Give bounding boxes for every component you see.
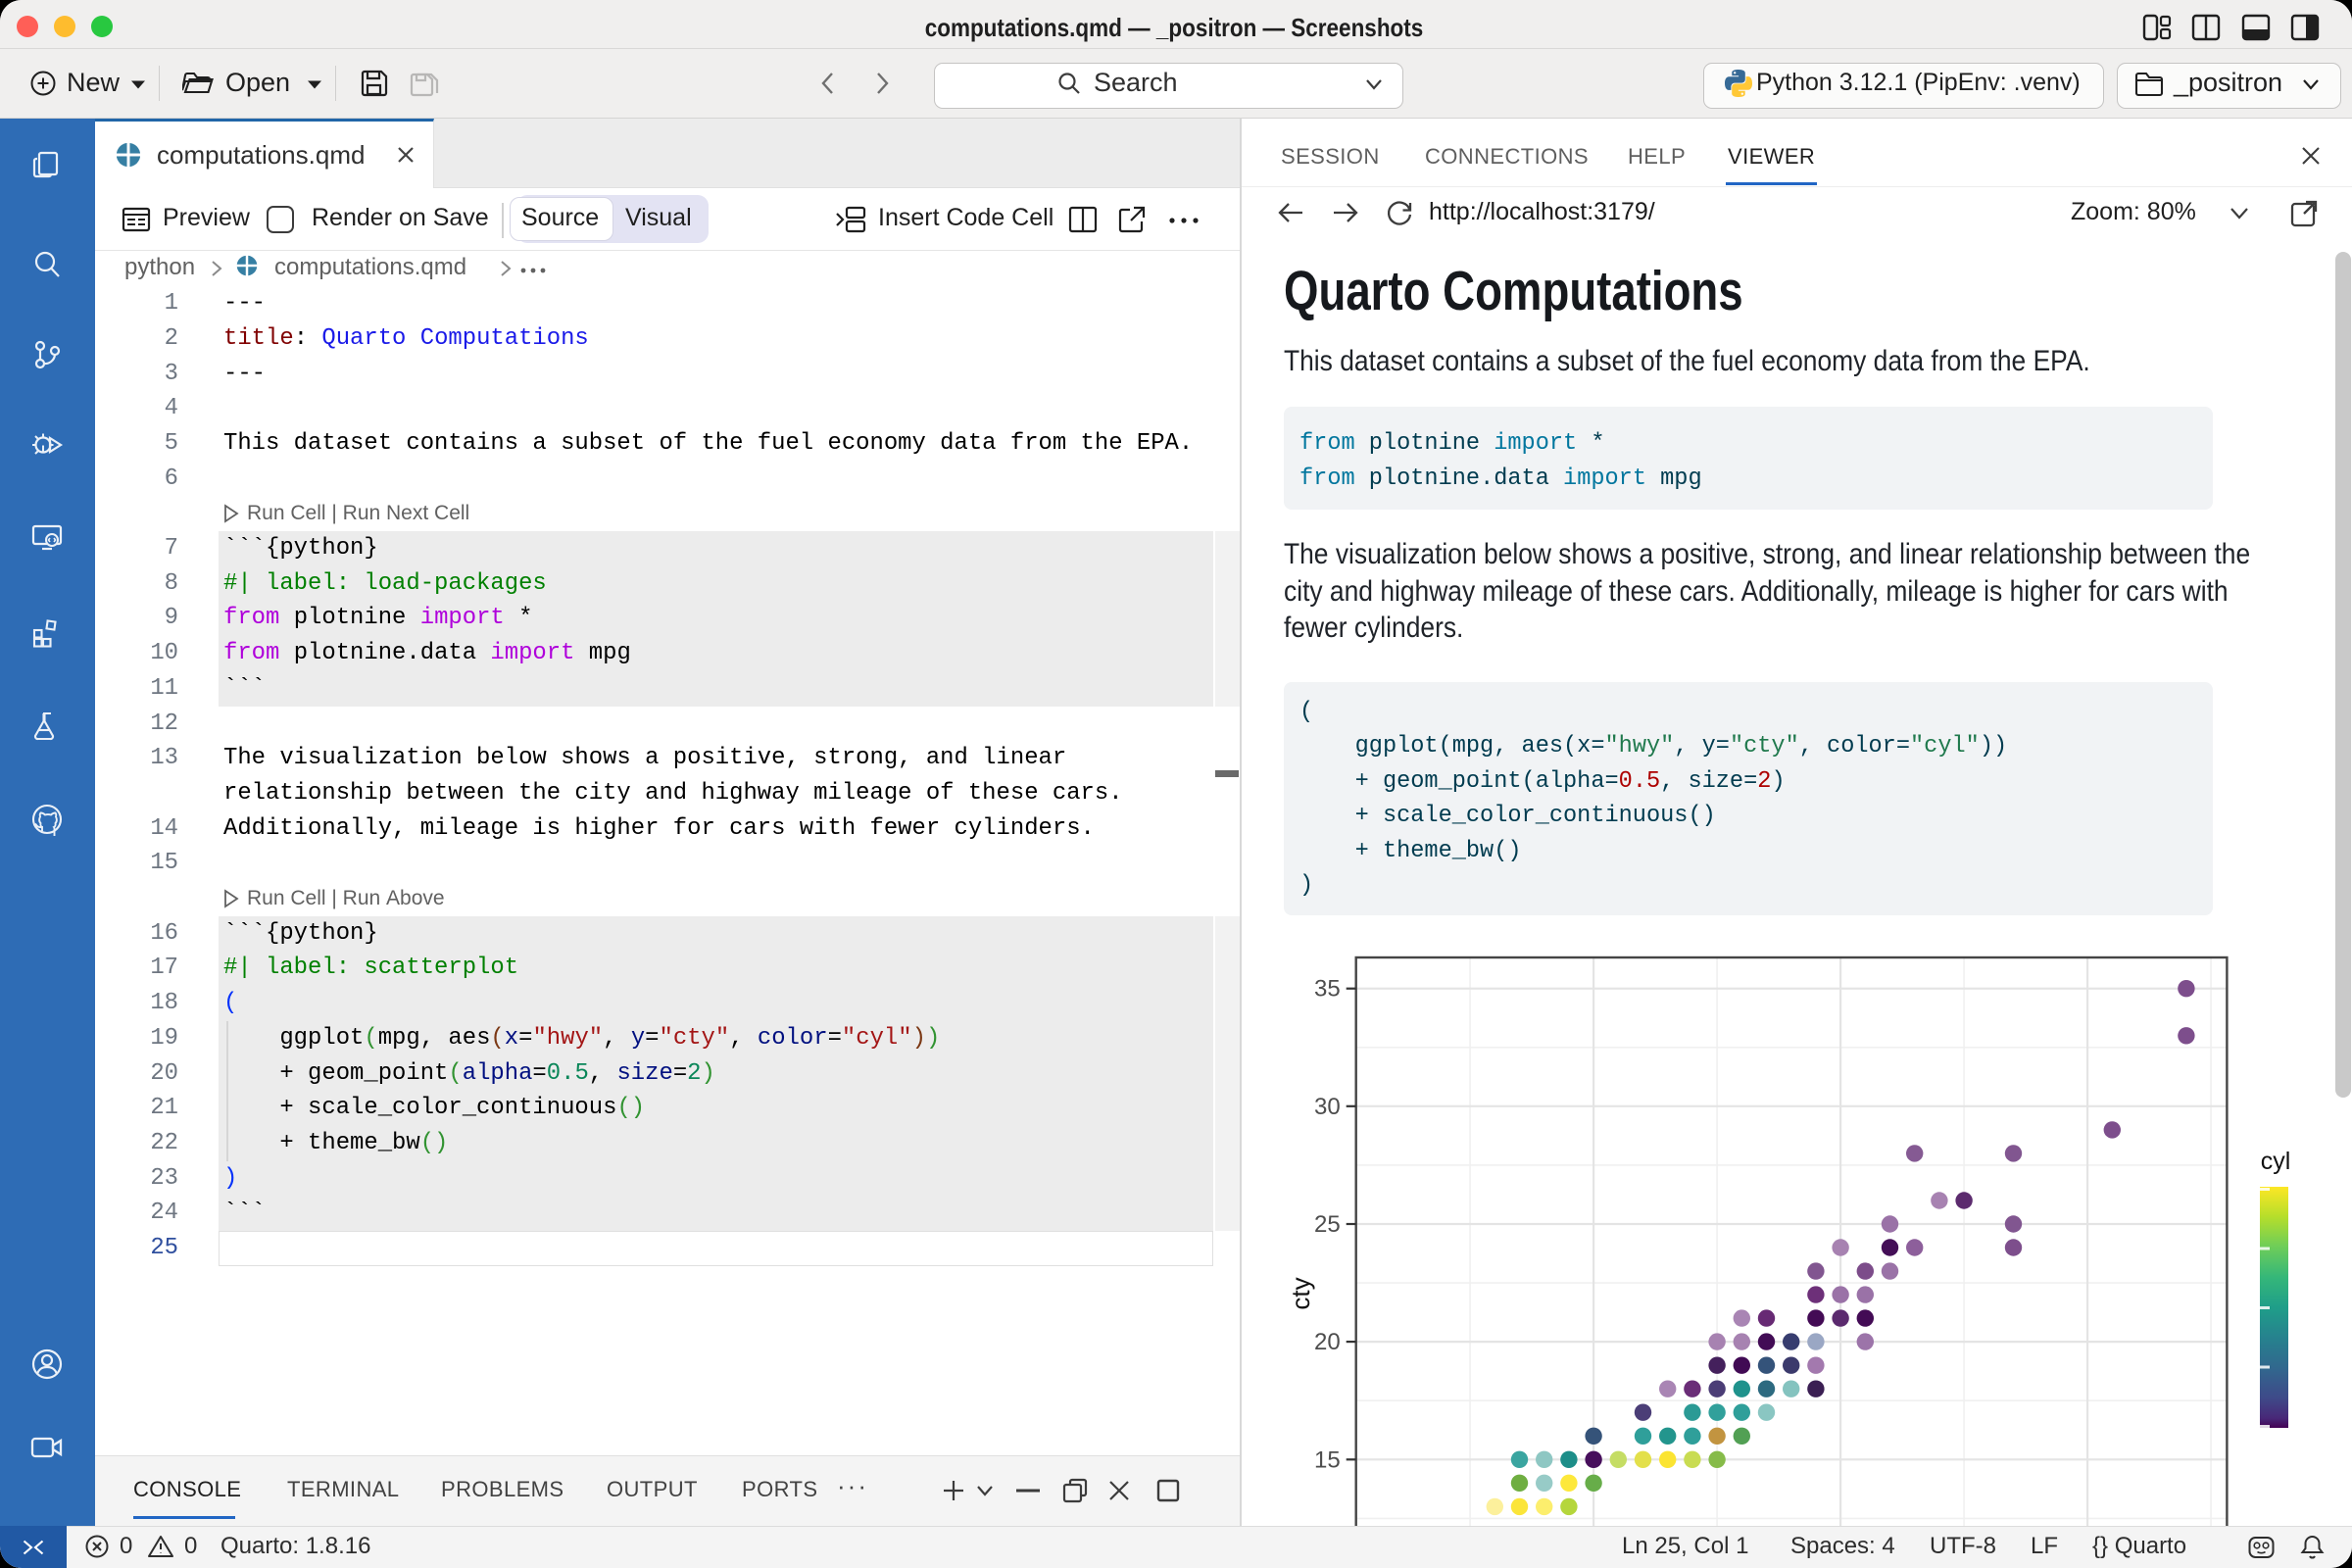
svg-text:15: 15 <box>1314 1446 1341 1473</box>
svg-text:cty: cty <box>1286 1277 1315 1309</box>
svg-text:20: 20 <box>1314 1329 1341 1355</box>
svg-text:35: 35 <box>1314 976 1341 1003</box>
svg-text:cyl: cyl <box>2261 1148 2291 1175</box>
svg-text:25: 25 <box>1314 1211 1341 1238</box>
svg-text:30: 30 <box>1314 1094 1341 1120</box>
